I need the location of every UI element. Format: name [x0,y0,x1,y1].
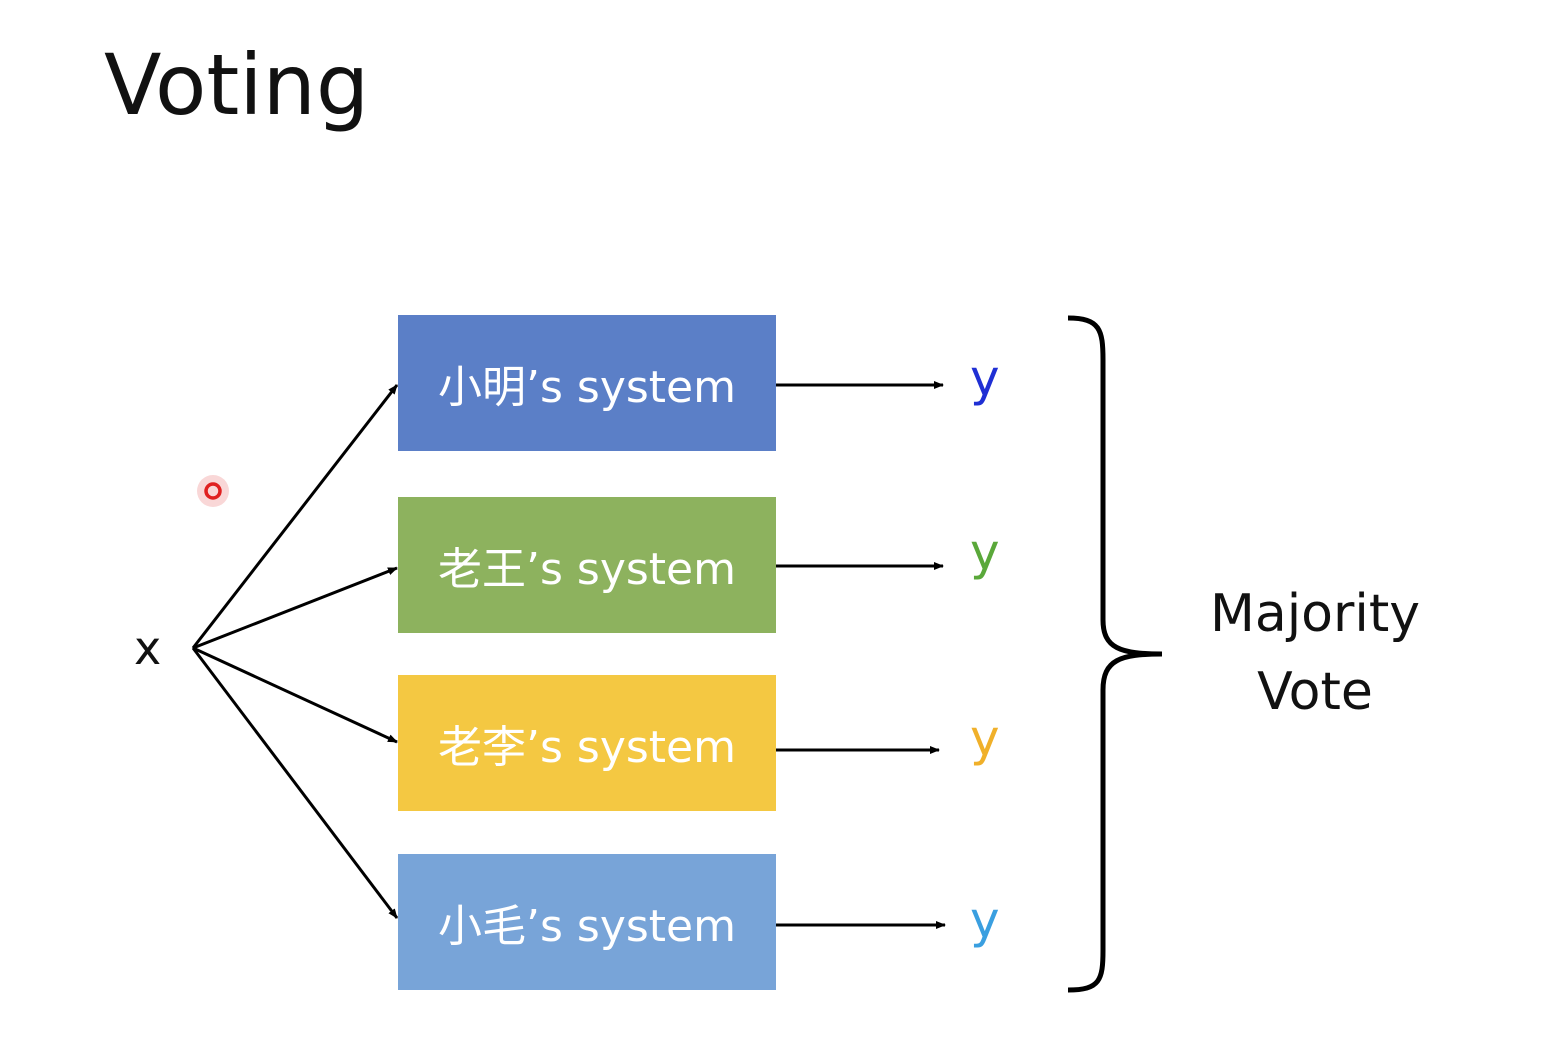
system-box-laowang: 老王’s system [398,497,776,633]
majority-vote-label: Majority Vote [1190,575,1440,731]
connector-lines [191,315,1163,993]
pointer-dot [197,475,229,507]
majority-vote-line2: Vote [1257,662,1373,722]
curly-brace [1067,315,1163,993]
input-arrow-3 [191,647,399,919]
output-y-3: y [970,891,1000,949]
output-y-1: y [970,523,1000,581]
input-arrow-2 [192,646,398,744]
output-y-0: y [970,349,1000,407]
output-y-2: y [970,709,1000,767]
system-box-xiaomao: 小毛’s system [398,854,776,990]
system-box-laoli: 老李’s system [398,675,776,811]
majority-vote-line1: Majority [1210,584,1420,644]
system-box-xiaoming: 小明’s system [398,315,776,451]
